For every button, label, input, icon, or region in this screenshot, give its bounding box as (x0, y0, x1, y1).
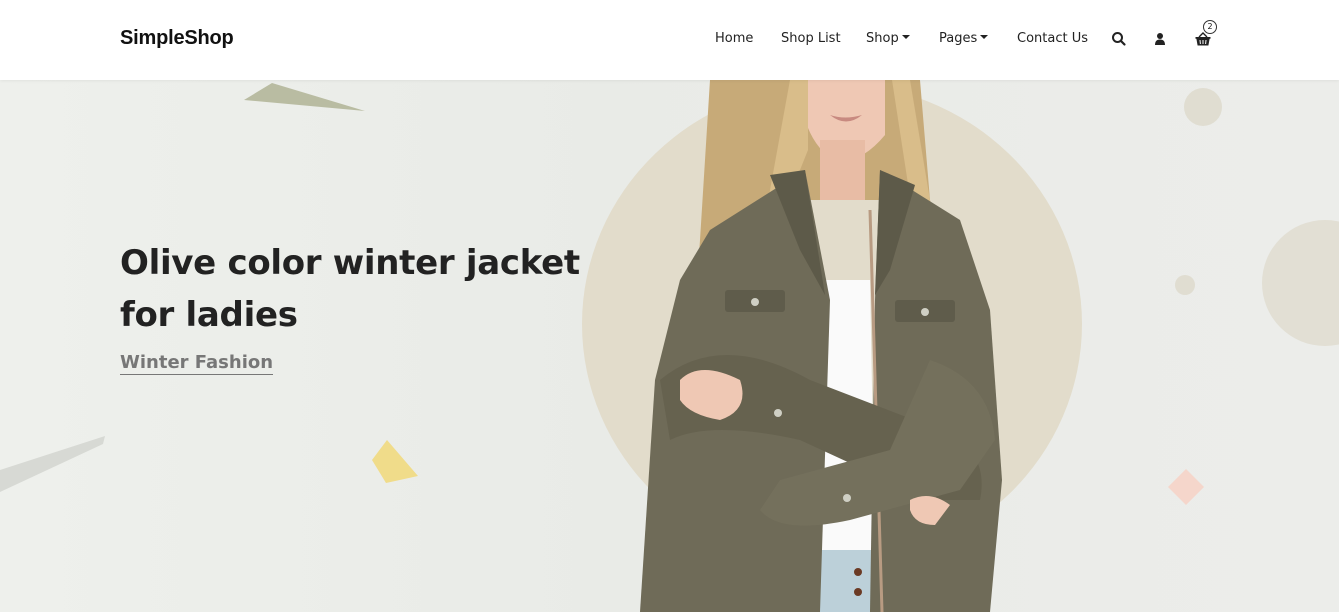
hero-banner: Olive color winter jacket for ladies Win… (0, 80, 1339, 612)
pink-diamond-shape (1168, 469, 1204, 505)
nav-item-shop-label: Shop (866, 31, 899, 46)
nav-item-shop-list[interactable]: Shop List (781, 31, 841, 46)
olive-triangle-shape (244, 83, 365, 111)
hero-subtitle-link[interactable]: Winter Fashion (120, 352, 274, 375)
site-header: SimpleShop Home Shop List Shop Pages Con… (0, 0, 1339, 80)
nav-item-home[interactable]: Home (715, 31, 753, 46)
dot-shape (1175, 275, 1195, 295)
nav-item-pages-label: Pages (939, 31, 978, 46)
yellow-shape (372, 440, 418, 483)
search-icon[interactable] (1110, 30, 1128, 48)
brand-logo[interactable]: SimpleShop (120, 27, 234, 50)
grey-streak-shape (0, 436, 105, 492)
cart-count-badge: 2 (1203, 20, 1217, 34)
chevron-down-icon (901, 35, 910, 39)
hero-title: Olive color winter jacket for ladies (120, 243, 580, 335)
nav-item-shop[interactable]: Shop (866, 31, 910, 46)
large-circle-shape (1262, 220, 1339, 346)
chevron-down-icon (980, 35, 989, 39)
hero-model-image (640, 80, 1002, 612)
user-icon[interactable] (1151, 30, 1169, 48)
nav-item-pages[interactable]: Pages (939, 31, 989, 46)
small-circle-shape (1184, 88, 1222, 126)
nav-item-contact[interactable]: Contact Us (1017, 31, 1088, 46)
